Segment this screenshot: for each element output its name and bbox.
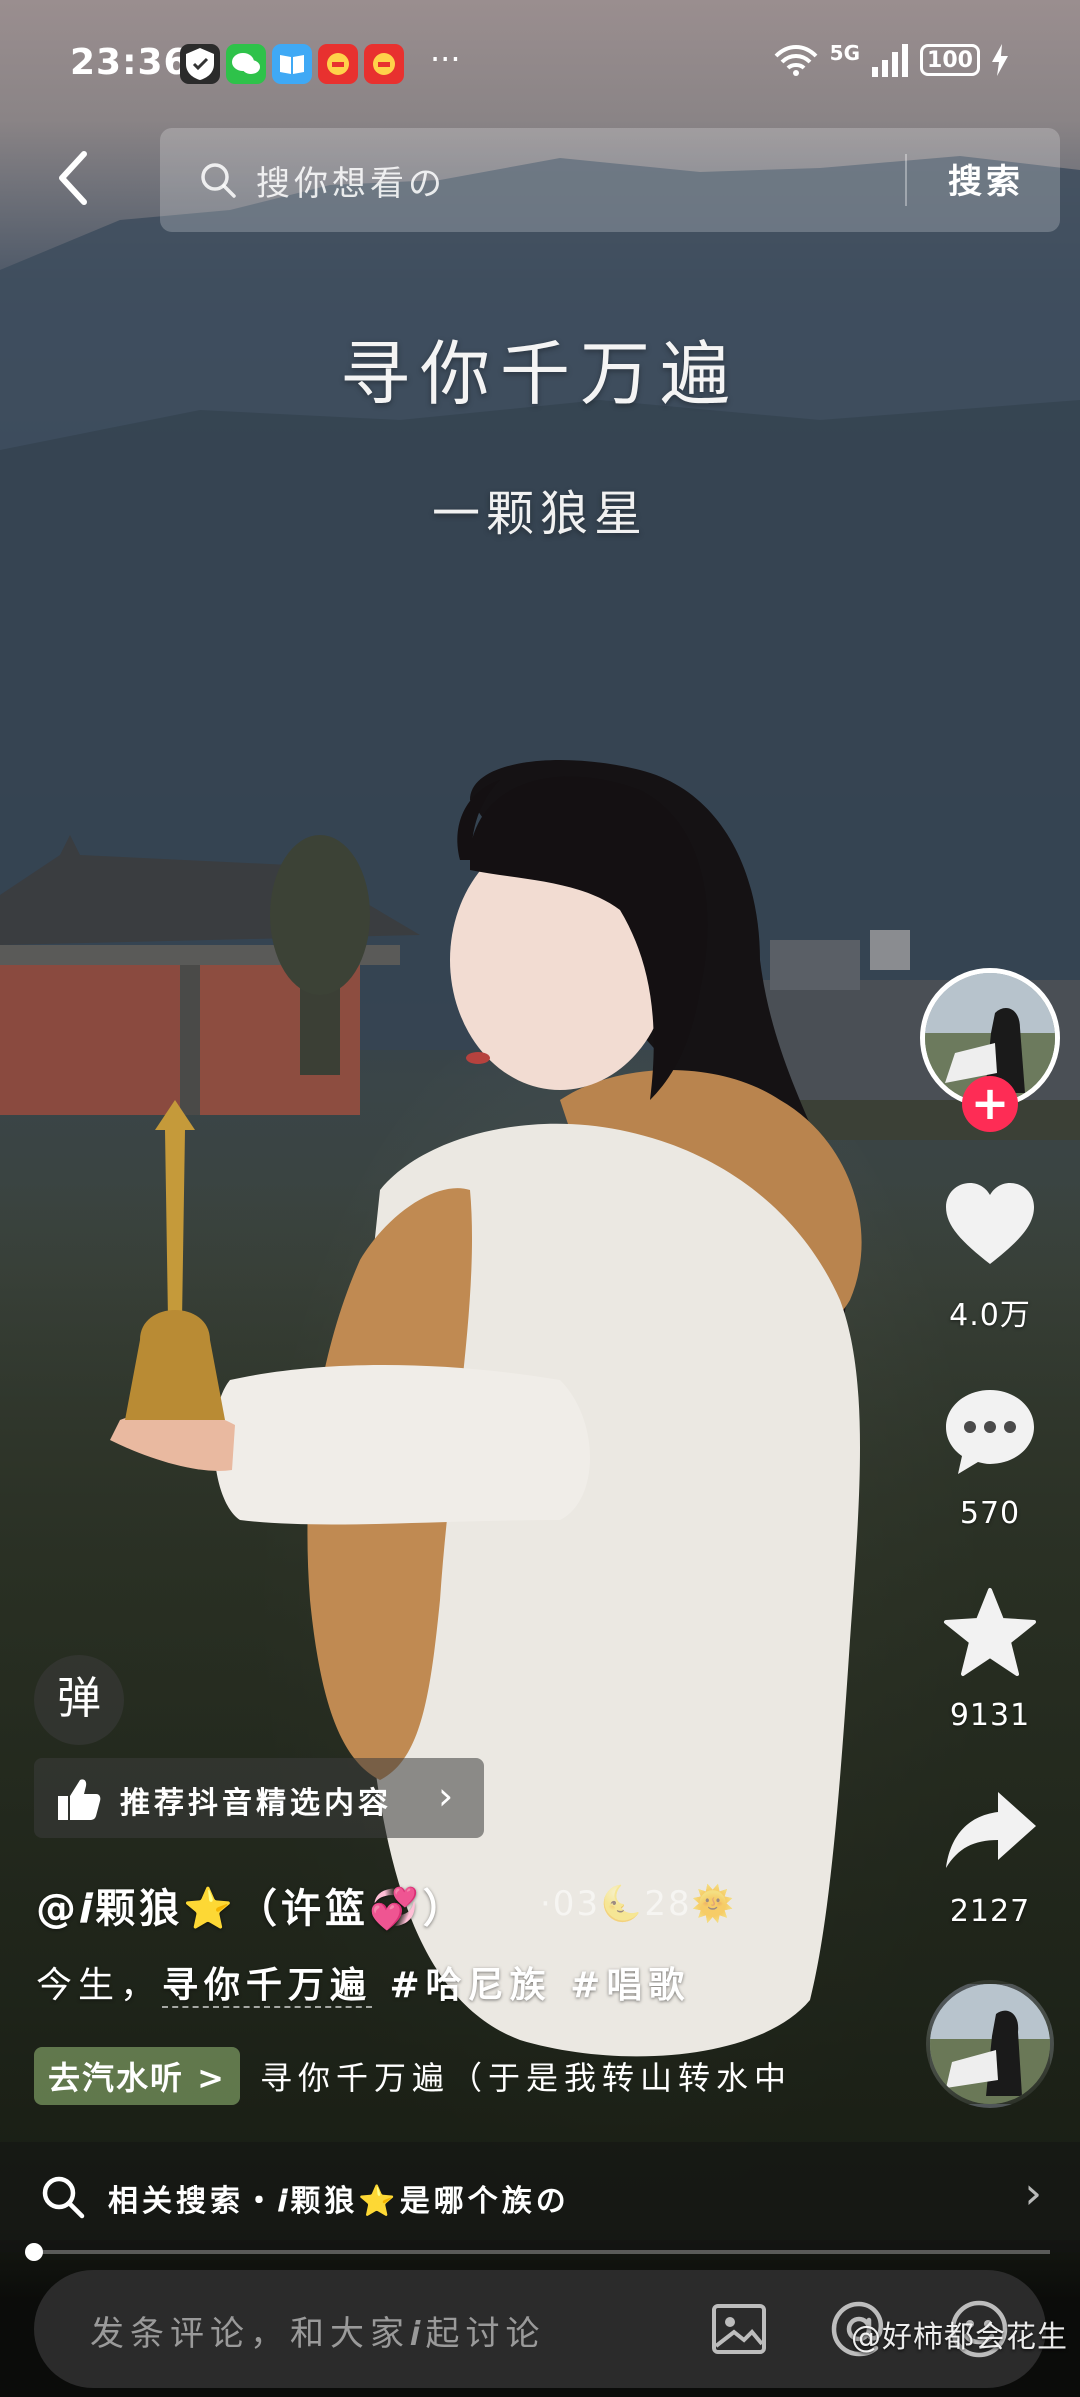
thumbs-up-icon	[58, 1779, 101, 1820]
wifi-icon	[774, 45, 818, 76]
video-screen[interactable]: 23:36 ··· 5G 100 搜你想看の 搜索 寻你千万遍 一颗狼星 + 4…	[0, 0, 1080, 2397]
desc-search-keyword[interactable]: 寻你千万遍	[162, 1965, 373, 2008]
like-count: 4.0万	[949, 1298, 1031, 1333]
temple-building	[0, 835, 420, 1115]
more-notifications: ···	[430, 40, 461, 78]
danmaku-toggle[interactable]: 弹	[34, 1655, 124, 1745]
book-app-icon	[272, 44, 312, 84]
status-right: 5G 100	[772, 41, 1010, 78]
chevron-right-icon: ›	[438, 1774, 454, 1818]
comment-button[interactable]: 570	[930, 1382, 1050, 1531]
network-type: 5G	[829, 41, 860, 65]
search-button[interactable]: 搜索	[948, 154, 1024, 203]
share-button[interactable]: 2127	[930, 1780, 1050, 1929]
search-input[interactable]: 搜你想看の 搜索	[160, 128, 1060, 232]
recommend-featured-button[interactable]: 推荐抖音精选内容 ›	[34, 1758, 484, 1838]
wechat-icon	[226, 44, 266, 84]
follow-button[interactable]: +	[962, 1076, 1018, 1132]
search-icon	[42, 2176, 85, 2219]
charging-icon	[992, 44, 1008, 76]
author-name[interactable]: @𝒊颗狼⭐（许篮💞）	[36, 1876, 467, 1934]
image-icon[interactable]	[706, 2296, 772, 2362]
favorite-count: 9131	[949, 1698, 1031, 1733]
weibo-watermark: @好柿都会花生	[851, 2320, 1068, 2355]
shield-icon	[180, 44, 220, 84]
post-date: ·03🌜28🌞	[540, 1884, 737, 1924]
status-time: 23:36	[70, 42, 190, 83]
signal-icon	[872, 44, 908, 77]
back-button[interactable]	[50, 148, 100, 208]
search-divider	[905, 154, 907, 206]
desc-prefix: 今生，	[36, 1965, 163, 2006]
shopping-app-icon	[318, 44, 358, 84]
video-progress-bar[interactable]	[25, 2243, 1050, 2261]
related-search-bar[interactable]: 相关搜索・𝒊颗狼⭐是哪个族の ›	[0, 2142, 1080, 2252]
star-icon	[944, 1588, 1036, 1676]
music-disc-image	[930, 1984, 1050, 2104]
post-description: 今生，寻你千万遍 #哈尼族 #唱歌	[36, 1956, 690, 2008]
listen-in-qishui-button[interactable]: 去汽水听 >	[34, 2047, 240, 2105]
chevron-left-icon	[59, 151, 87, 205]
related-search-label: 相关搜索・𝒊颗狼⭐是哪个族の	[108, 2184, 570, 2219]
song-artist-overlay: 一颗狼星	[431, 486, 648, 542]
heart-icon	[946, 1183, 1034, 1264]
status-bar: 23:36 ··· 5G 100	[0, 30, 1080, 100]
progress-handle[interactable]	[25, 2243, 43, 2261]
share-arrow-icon	[946, 1792, 1036, 1868]
share-count: 2127	[949, 1894, 1031, 1929]
music-name[interactable]: 寻你千万遍（于是我转山转水中	[260, 2053, 792, 2099]
recommend-label: 推荐抖音精选内容	[120, 1786, 392, 1821]
music-disc[interactable]	[926, 1980, 1054, 2108]
music-row: 去汽水听 > 寻你千万遍（于是我转山转水中	[34, 2046, 792, 2106]
shopping-app-icon-2	[364, 44, 404, 84]
comment-placeholder: 发条评论，和大家𝒊起讨论	[90, 2314, 546, 2354]
like-button[interactable]: 4.0万	[930, 1176, 1050, 1334]
song-title-overlay: 寻你千万遍	[340, 333, 740, 415]
chevron-right-icon: ›	[1024, 2168, 1042, 2219]
search-placeholder: 搜你想看の	[256, 164, 446, 204]
battery-icon: 100	[920, 44, 980, 76]
comment-count: 570	[959, 1496, 1021, 1531]
search-icon	[201, 163, 236, 198]
hashtags[interactable]: #哈尼族 #唱歌	[389, 1965, 690, 2006]
favorite-button[interactable]: 9131	[930, 1584, 1050, 1733]
comment-bubble-icon	[946, 1390, 1034, 1474]
